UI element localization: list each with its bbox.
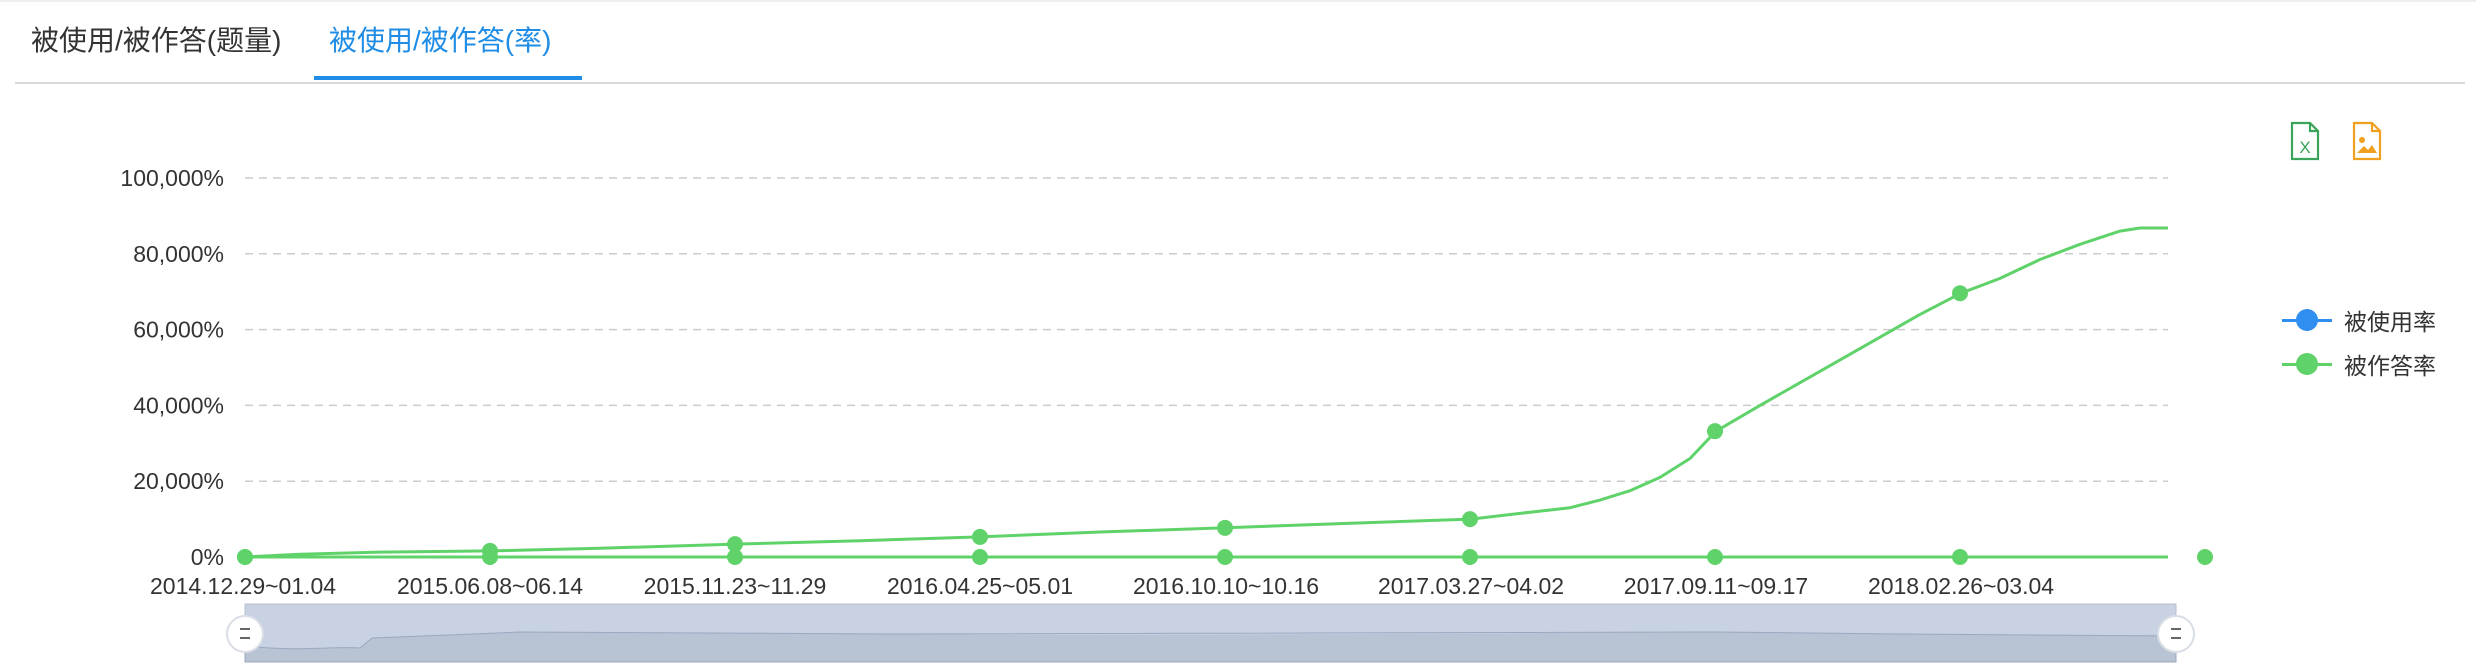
legend-swatch-answer-rate — [2282, 342, 2332, 386]
y-tick-label: 100,000% — [120, 165, 224, 191]
line-chart: 0% 20,000% 40,000% 60,000% 80,000% 100,000% 2… — [120, 165, 2213, 663]
grid-lines — [245, 177, 2168, 482]
data-point-usage-rate — [1952, 549, 1968, 565]
zoom-handle-knob — [2157, 615, 2195, 653]
series-line-answer-rate — [244, 226, 2168, 559]
x-tick-label: 2015.11.23~11.29 — [644, 573, 827, 599]
legend-item-answer-rate[interactable]: 被作答率 — [2282, 342, 2436, 386]
y-tick-label: 0% — [191, 544, 224, 570]
x-tick-label: 2016.10.10~10.16 — [1133, 573, 1319, 599]
data-point-usage-rate — [2197, 549, 2213, 565]
x-tick-label: 2015.06.08~06.14 — [397, 573, 583, 599]
data-point-usage-rate — [1707, 549, 1723, 565]
x-tick-label: 2018.02.26~03.04 — [1868, 573, 2054, 599]
data-point-answer-rate — [1707, 423, 1723, 440]
legend-swatch-usage-rate — [2282, 298, 2332, 342]
y-tick-label: 60,000% — [133, 317, 224, 343]
data-point-answer-rate — [972, 528, 988, 545]
data-point-answer-rate — [1952, 285, 1968, 302]
data-zoom-slider — [226, 603, 2195, 663]
legend: 被使用率 被作答率 — [2282, 298, 2436, 386]
y-tick-label: 40,000% — [133, 392, 224, 418]
zoom-handle-right[interactable] — [2157, 615, 2195, 653]
legend-label-usage-rate: 被使用率 — [2344, 309, 2436, 335]
y-axis-ticks: 0% 20,000% 40,000% 60,000% 80,000% 100,000% — [120, 165, 224, 570]
series-points — [237, 285, 2213, 565]
legend-item-usage-rate[interactable]: 被使用率 — [2282, 298, 2436, 342]
data-point-usage-rate — [1462, 549, 1478, 565]
data-point-answer-rate — [237, 549, 253, 565]
x-tick-label: 2017.09.11~09.17 — [1624, 573, 1808, 599]
data-point-usage-rate — [972, 549, 988, 565]
zoom-handle-left[interactable] — [226, 615, 264, 653]
x-tick-label: 2014.12.29~01.04 — [150, 573, 336, 599]
zoom-shadow-series — [244, 631, 2177, 663]
x-tick-label: 2016.04.25~05.01 — [887, 573, 1073, 599]
y-tick-label: 20,000% — [133, 468, 224, 494]
x-tick-label: 2017.03.27~04.02 — [1378, 573, 1564, 599]
data-point-answer-rate — [727, 536, 743, 553]
series-lines — [244, 226, 2168, 559]
data-point-answer-rate — [482, 542, 498, 559]
x-axis: 2014.12.29~01.04 2015.06.08~06.14 2015.11.… — [150, 556, 2168, 599]
data-point-usage-rate — [1217, 549, 1233, 565]
y-tick-label: 80,000% — [133, 241, 224, 267]
zoom-handle-knob — [226, 615, 264, 653]
data-point-answer-rate — [1462, 511, 1478, 528]
data-point-answer-rate — [1217, 519, 1233, 536]
legend-label-answer-rate: 被作答率 — [2344, 353, 2436, 379]
